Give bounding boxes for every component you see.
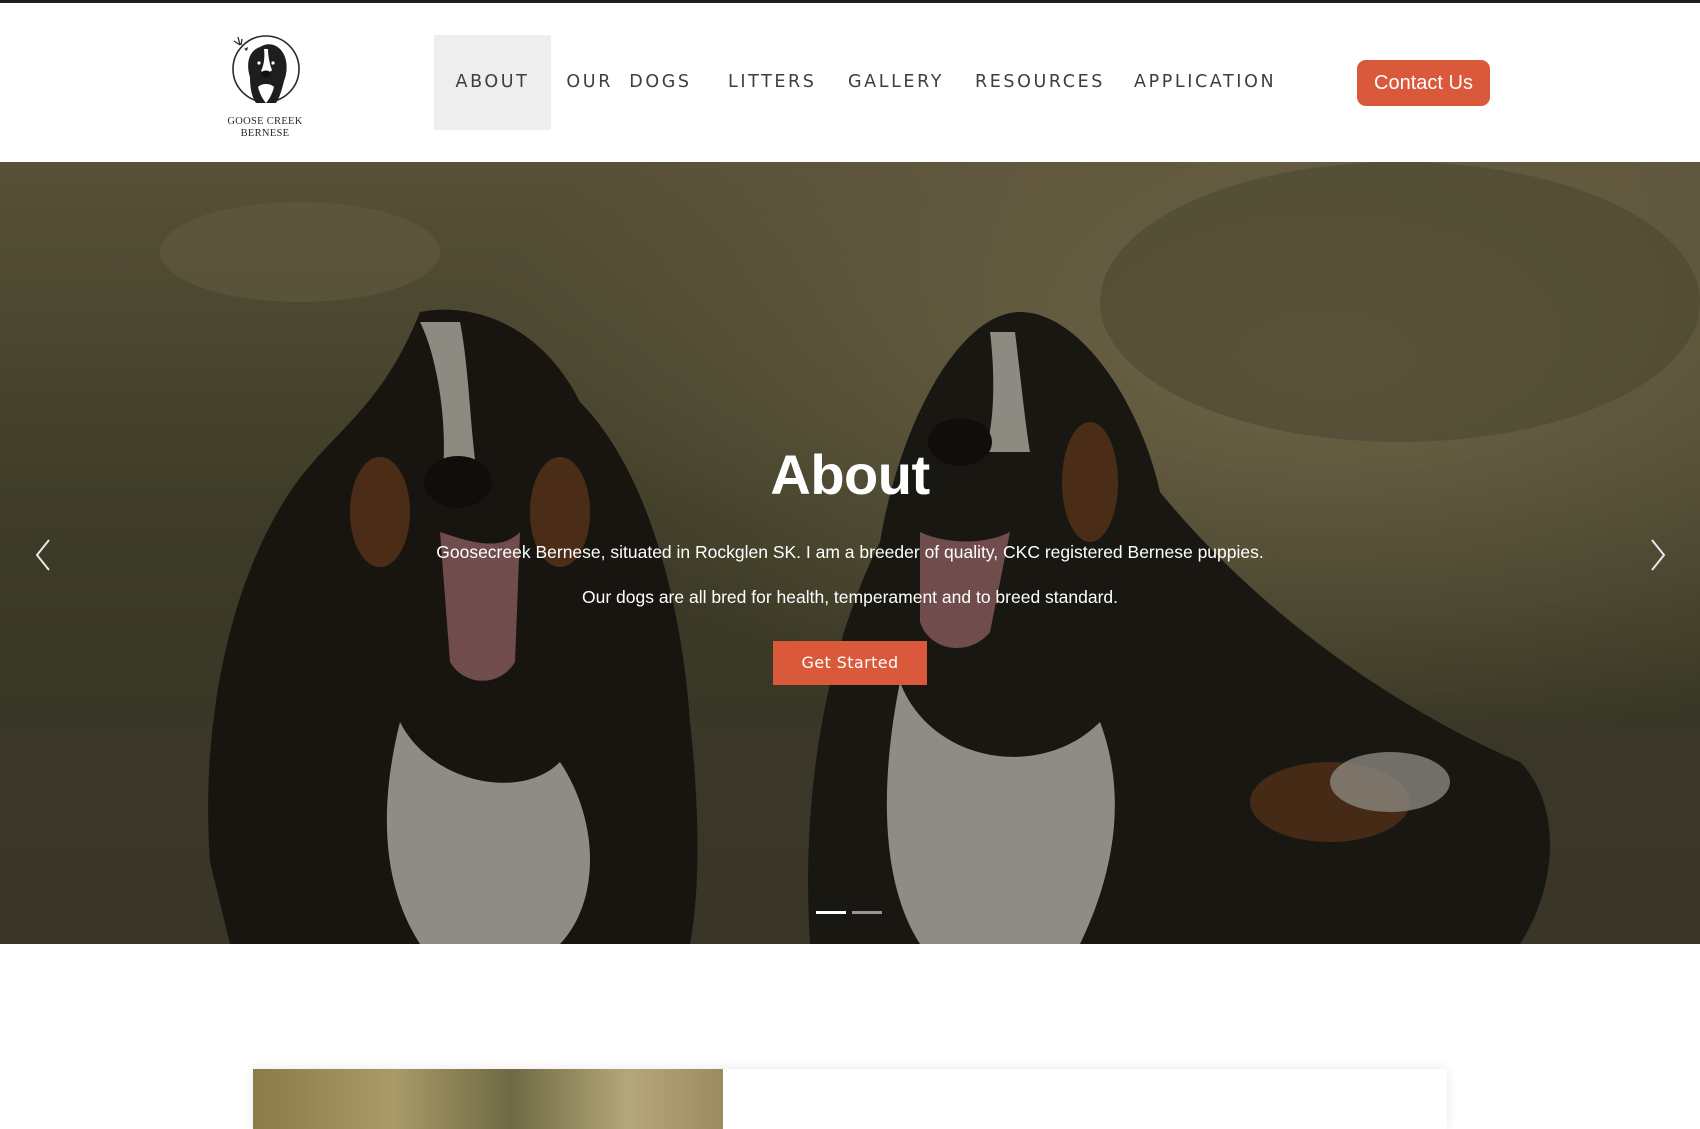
logo-wordmark: GOOSE CREEK BERNESE xyxy=(220,116,310,140)
slider-pagination xyxy=(816,911,886,917)
about-content-card xyxy=(253,1069,1447,1129)
nav-item-about[interactable]: ABOUT xyxy=(434,35,551,130)
slider-next-button[interactable] xyxy=(1643,535,1673,575)
slider-dot-2[interactable] xyxy=(852,911,882,914)
hero-description-line-2: Our dogs are all bred for health, temper… xyxy=(581,587,1118,607)
chevron-right-icon xyxy=(1651,539,1666,571)
site-header: GOOSE CREEK BERNESE ABOUT OUR DOGS LITTE… xyxy=(0,3,1700,162)
hero-slider: About Goosecreek Bernese, situated in Ro… xyxy=(0,162,1700,944)
nav-item-application[interactable]: APPLICATION xyxy=(1134,35,1274,130)
slider-dot-1[interactable] xyxy=(816,911,846,914)
nav-item-our-dogs[interactable]: OUR DOGS xyxy=(565,35,693,130)
contact-us-button[interactable]: Contact Us xyxy=(1357,60,1490,106)
logo-name-line2: BERNESE xyxy=(240,128,290,139)
site-logo[interactable]: GOOSE CREEK BERNESE xyxy=(220,27,310,145)
hero-description-line-1: Goosecreek Bernese, situated in Rockglen… xyxy=(436,542,1264,562)
bernese-dog-logo-icon xyxy=(232,35,300,103)
nav-item-resources[interactable]: RESOURCES xyxy=(975,35,1102,130)
about-card-image xyxy=(253,1069,723,1129)
nav-item-litters[interactable]: LITTERS xyxy=(728,35,814,130)
hero-title: About xyxy=(770,443,930,506)
chevron-left-icon xyxy=(35,539,50,571)
nav-item-gallery[interactable]: GALLERY xyxy=(848,35,941,130)
get-started-button[interactable]: Get Started xyxy=(773,641,927,685)
logo-name-line1: GOOSE CREEK xyxy=(227,116,303,127)
slider-prev-button[interactable] xyxy=(28,535,58,575)
